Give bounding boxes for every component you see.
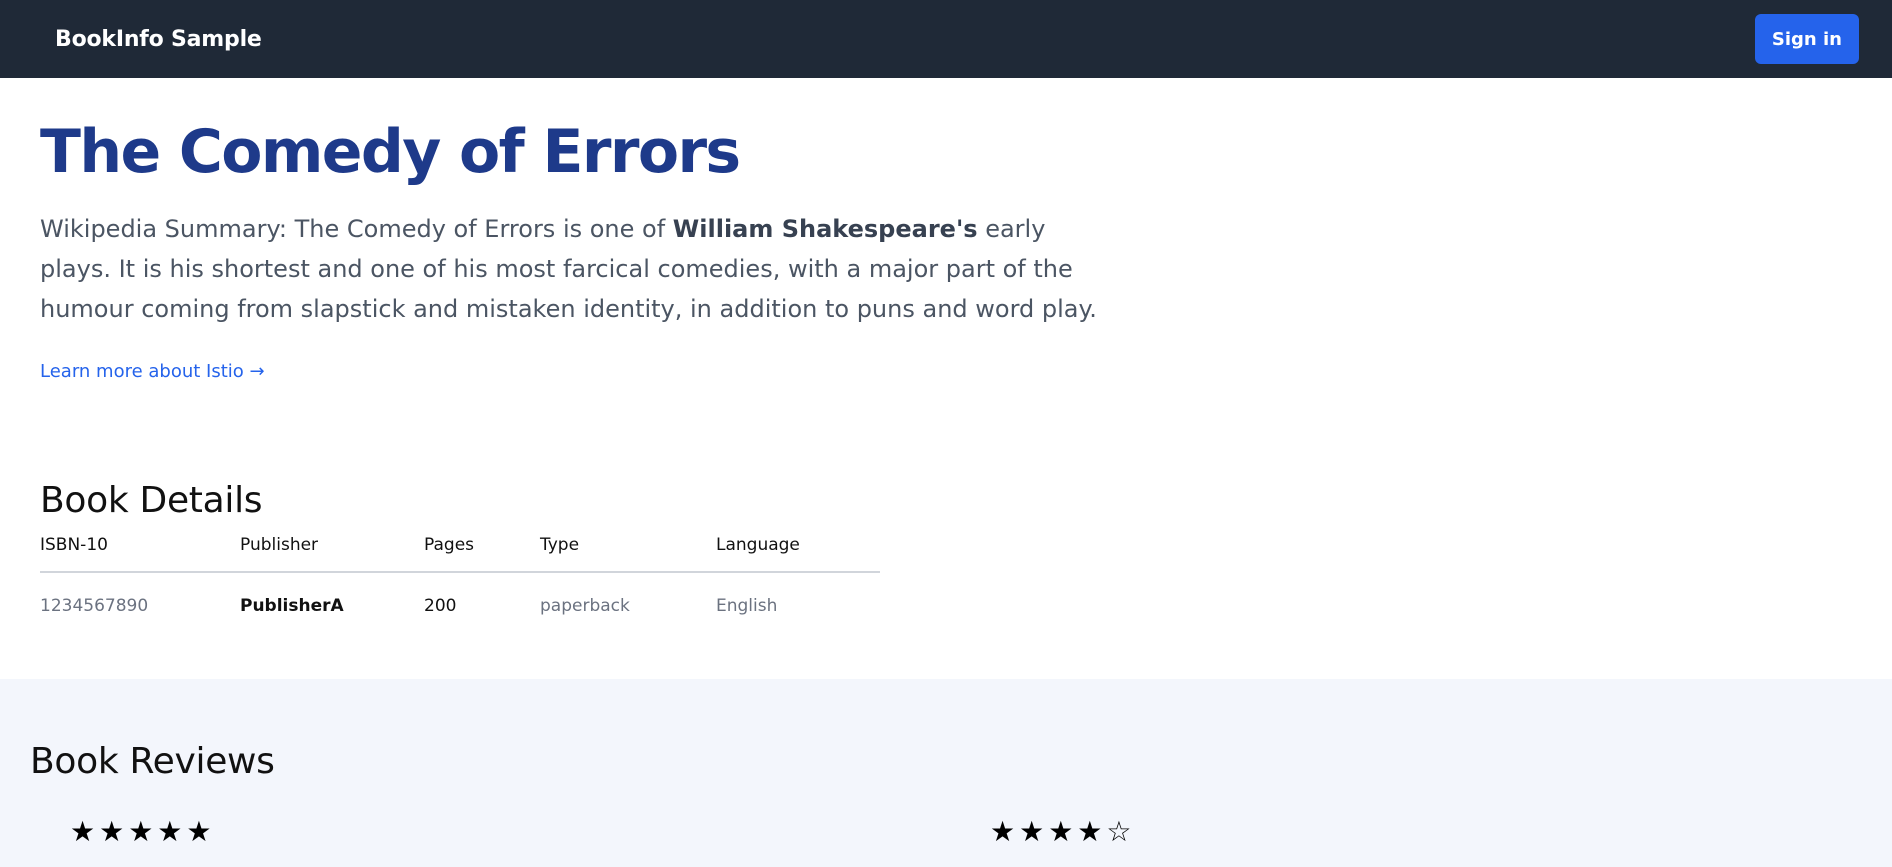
cell-pages: 200 <box>424 595 457 616</box>
book-summary: Wikipedia Summary: The Comedy of Errors … <box>40 209 1100 329</box>
book-details-section: Book Details ISBN-10 Publisher Pages Typ… <box>0 480 1892 624</box>
column-header-publisher: Publisher <box>240 535 424 573</box>
column-header-isbn: ISBN-10 <box>40 535 240 573</box>
summary-prefix: Wikipedia Summary: The Comedy of Errors … <box>40 215 673 243</box>
table-header-row: ISBN-10 Publisher Pages Type Language <box>40 535 880 573</box>
review-1-star-rating: ★★★★★ <box>70 815 216 848</box>
table-row: 1234567890 PublisherA 200 paperback Engl… <box>40 572 880 624</box>
review-2-star-rating: ★★★★☆ <box>990 815 1136 848</box>
column-header-pages: Pages <box>424 535 540 573</box>
cell-publisher: PublisherA <box>240 595 344 616</box>
sign-in-button[interactable]: Sign in <box>1754 14 1859 64</box>
learn-more-link[interactable]: Learn more about Istio → <box>40 361 265 382</box>
navbar: BookInfo Sample Sign in <box>0 0 1892 78</box>
cell-type: paperback <box>540 595 630 616</box>
book-reviews-heading: Book Reviews <box>30 741 275 782</box>
column-header-language: Language <box>716 535 880 573</box>
cell-isbn: 1234567890 <box>40 595 149 616</box>
summary-author: William Shakespeare's <box>672 215 978 243</box>
book-reviews-section: Book Reviews ★★★★★ ★★★★☆ <box>0 679 1892 867</box>
column-header-type: Type <box>540 535 716 573</box>
hero-section: The Comedy of Errors Wikipedia Summary: … <box>0 78 1892 383</box>
brand-title[interactable]: BookInfo Sample <box>55 27 262 52</box>
book-details-table: ISBN-10 Publisher Pages Type Language 12… <box>40 535 880 624</box>
cell-language: English <box>716 595 778 616</box>
book-details-heading: Book Details <box>40 480 263 521</box>
page-title: The Comedy of Errors <box>40 117 741 187</box>
